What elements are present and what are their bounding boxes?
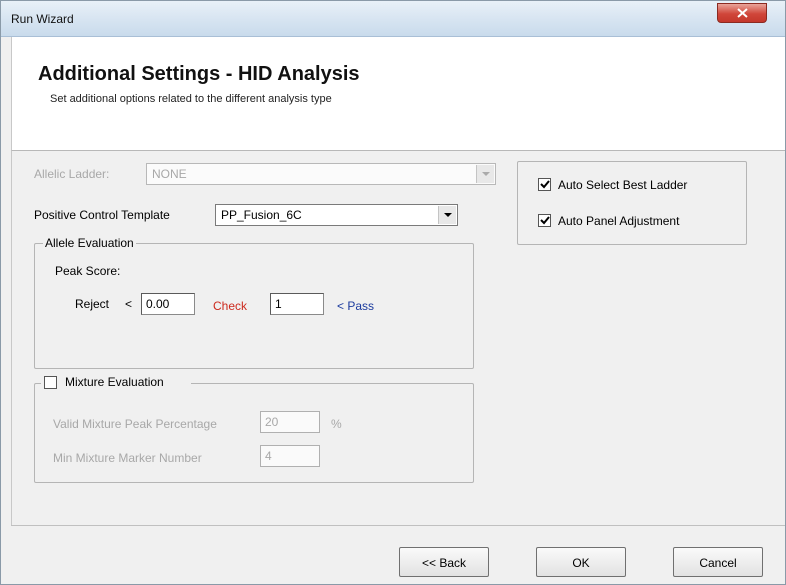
- cancel-button-label: Cancel: [699, 556, 737, 570]
- check-icon: [540, 180, 550, 189]
- chevron-down-icon: [444, 213, 452, 217]
- positive-control-dropdown[interactable]: PP_Fusion_6C: [215, 204, 458, 226]
- title-bar[interactable]: Run Wizard: [1, 1, 785, 37]
- min-mixture-marker-input[interactable]: 4: [260, 445, 320, 467]
- peak-score-label: Peak Score:: [55, 264, 121, 278]
- pass-label: < Pass: [337, 299, 375, 313]
- check-label: Check: [213, 299, 248, 313]
- page-subtitle: Set additional options related to the di…: [50, 93, 332, 105]
- allelic-ladder-dropdown-arrow[interactable]: [476, 165, 494, 183]
- reject-less-than: <: [125, 297, 133, 311]
- ladder-options-group: Auto Select Best Ladder Auto Panel Adjus…: [517, 161, 747, 245]
- auto-panel-label[interactable]: Auto Panel Adjustment: [558, 214, 679, 228]
- auto-select-checkbox[interactable]: [538, 178, 551, 191]
- auto-select-label[interactable]: Auto Select Best Ladder: [558, 178, 687, 192]
- allelic-ladder-dropdown[interactable]: NONE: [146, 163, 496, 185]
- back-button[interactable]: << Back: [399, 547, 489, 577]
- reject-threshold-value: 0.00: [146, 297, 170, 311]
- close-button[interactable]: [717, 3, 767, 23]
- check-threshold-input[interactable]: 1: [270, 293, 324, 315]
- allele-evaluation-title: Allele Evaluation: [43, 236, 136, 250]
- page-title: Additional Settings - HID Analysis: [38, 63, 360, 85]
- valid-mixture-peak-input[interactable]: 20: [260, 411, 320, 433]
- reject-threshold-input[interactable]: 0.00: [141, 293, 195, 315]
- positive-control-label: Positive Control Template: [34, 208, 170, 222]
- valid-mixture-peak-value: 20: [265, 415, 279, 429]
- mixture-evaluation-title: Mixture Evaluation: [65, 375, 164, 389]
- allelic-ladder-value: NONE: [152, 167, 187, 181]
- header-panel: Additional Settings - HID Analysis Set a…: [11, 37, 785, 151]
- min-mixture-marker-label: Min Mixture Marker Number: [53, 451, 202, 465]
- positive-control-dropdown-arrow[interactable]: [438, 206, 456, 224]
- content-area: Allelic Ladder: NONE Positive Control Te…: [11, 151, 785, 525]
- chevron-down-icon: [482, 172, 490, 176]
- mixture-evaluation-header: Mixture Evaluation: [41, 375, 191, 391]
- window-title: Run Wizard: [11, 12, 74, 26]
- allelic-ladder-label: Allelic Ladder:: [34, 167, 110, 181]
- ok-button[interactable]: OK: [536, 547, 626, 577]
- ok-button-label: OK: [572, 556, 590, 570]
- cancel-button[interactable]: Cancel: [673, 547, 763, 577]
- run-wizard-window: Run Wizard Additional Settings - HID Ana…: [0, 0, 786, 585]
- close-icon: [737, 8, 748, 18]
- auto-panel-checkbox[interactable]: [538, 214, 551, 227]
- back-button-label: << Back: [421, 556, 467, 570]
- mixture-evaluation-group: Mixture Evaluation Valid Mixture Peak Pe…: [34, 375, 474, 483]
- percent-unit: %: [331, 417, 342, 431]
- mixture-evaluation-checkbox[interactable]: [44, 376, 57, 389]
- footer-divider: [11, 525, 785, 526]
- valid-mixture-peak-label: Valid Mixture Peak Percentage: [53, 417, 217, 431]
- positive-control-value: PP_Fusion_6C: [221, 208, 302, 222]
- min-mixture-marker-value: 4: [265, 449, 272, 463]
- check-icon: [540, 216, 550, 225]
- check-threshold-value: 1: [275, 297, 282, 311]
- reject-label: Reject: [75, 297, 110, 311]
- allele-evaluation-group: Allele Evaluation Peak Score: Reject < 0…: [34, 236, 474, 369]
